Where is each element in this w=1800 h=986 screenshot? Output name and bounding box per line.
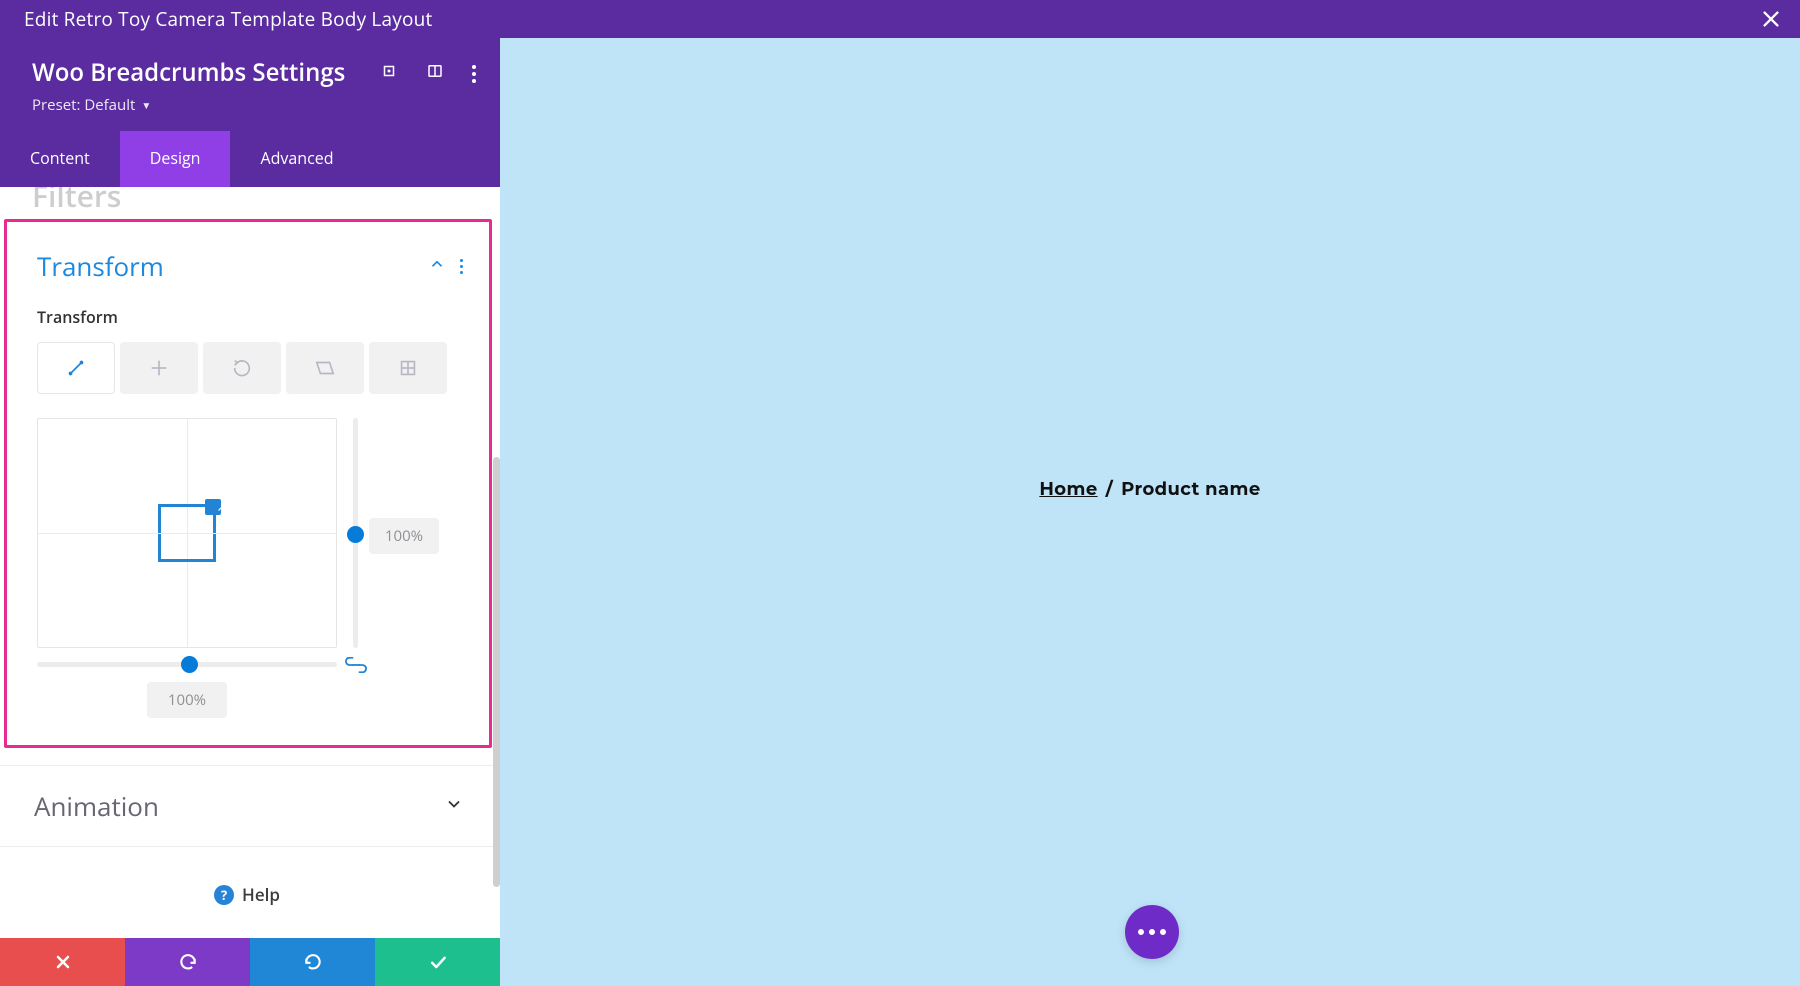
help-link[interactable]: ? Help bbox=[0, 883, 494, 906]
caret-down-icon: ▼ bbox=[141, 98, 151, 112]
tab-content[interactable]: Content bbox=[0, 131, 120, 187]
vertical-slider[interactable] bbox=[353, 418, 358, 648]
panel-body: Filters Transform Transform bbox=[0, 187, 500, 986]
editor-topbar: Edit Retro Toy Camera Template Body Layo… bbox=[0, 0, 1800, 38]
expand-icon[interactable] bbox=[380, 62, 398, 85]
help-label: Help bbox=[242, 883, 280, 906]
horizontal-value[interactable]: 100% bbox=[147, 682, 227, 718]
builder-fab[interactable] bbox=[1125, 905, 1179, 959]
panel-tabs: Content Design Advanced bbox=[0, 131, 500, 187]
vertical-slider-thumb[interactable] bbox=[347, 526, 364, 543]
panel-actionbar bbox=[0, 938, 500, 986]
close-icon[interactable] bbox=[1760, 8, 1782, 30]
vertical-value[interactable]: 100% bbox=[369, 518, 439, 554]
settings-panel: Woo Breadcrumbs Settings Preset: Default… bbox=[0, 38, 500, 986]
chevron-up-icon[interactable] bbox=[428, 255, 446, 278]
preset-selector[interactable]: Preset: Default ▼ bbox=[32, 95, 472, 115]
breadcrumb-current: Product name bbox=[1121, 478, 1261, 500]
transform-xy-area: 100% 100% bbox=[37, 418, 459, 698]
preview-breadcrumb: Home / Product name bbox=[500, 478, 1800, 500]
horizontal-slider-thumb[interactable] bbox=[181, 656, 198, 673]
tab-design[interactable]: Design bbox=[120, 131, 231, 187]
tool-rotate[interactable] bbox=[203, 342, 281, 394]
save-button[interactable] bbox=[375, 938, 500, 986]
section-transform: Transform Transform bbox=[4, 219, 492, 748]
link-values-icon[interactable] bbox=[345, 656, 367, 678]
tool-translate[interactable] bbox=[120, 342, 198, 394]
more-horizontal-icon bbox=[1138, 929, 1166, 935]
transform-label: Transform bbox=[7, 294, 489, 342]
breadcrumb-separator: / bbox=[1106, 478, 1113, 500]
undo-button[interactable] bbox=[125, 938, 250, 986]
page-root: Edit Retro Toy Camera Template Body Layo… bbox=[0, 0, 1800, 986]
xy-handle[interactable] bbox=[158, 504, 216, 562]
responsive-icon[interactable] bbox=[426, 62, 444, 85]
horizontal-slider[interactable] bbox=[37, 662, 337, 667]
section-more-icon[interactable] bbox=[460, 259, 463, 274]
tab-advanced[interactable]: Advanced bbox=[230, 131, 363, 187]
panel-header: Woo Breadcrumbs Settings Preset: Default… bbox=[0, 38, 500, 131]
tool-skew[interactable] bbox=[286, 342, 364, 394]
section-animation[interactable]: Animation bbox=[0, 765, 494, 847]
help-icon: ? bbox=[214, 885, 234, 905]
section-filters-peek: Filters bbox=[32, 187, 121, 216]
transform-tool-tabs bbox=[7, 342, 489, 394]
redo-button[interactable] bbox=[250, 938, 375, 986]
panel-header-icons bbox=[380, 62, 476, 85]
section-title[interactable]: Transform bbox=[37, 248, 164, 284]
cancel-button[interactable] bbox=[0, 938, 125, 986]
tool-scale[interactable] bbox=[37, 342, 115, 394]
chevron-down-icon bbox=[444, 794, 464, 819]
section-header: Transform bbox=[7, 222, 489, 294]
topbar-title: Edit Retro Toy Camera Template Body Layo… bbox=[24, 6, 433, 32]
resize-corner-icon bbox=[205, 499, 221, 515]
tool-origin[interactable] bbox=[369, 342, 447, 394]
animation-title: Animation bbox=[34, 788, 159, 824]
xy-pad[interactable] bbox=[37, 418, 337, 648]
breadcrumb-home[interactable]: Home bbox=[1039, 478, 1097, 500]
panel-scrollbar[interactable] bbox=[493, 457, 500, 887]
preset-label: Preset: Default bbox=[32, 95, 135, 115]
more-icon[interactable] bbox=[472, 65, 476, 83]
